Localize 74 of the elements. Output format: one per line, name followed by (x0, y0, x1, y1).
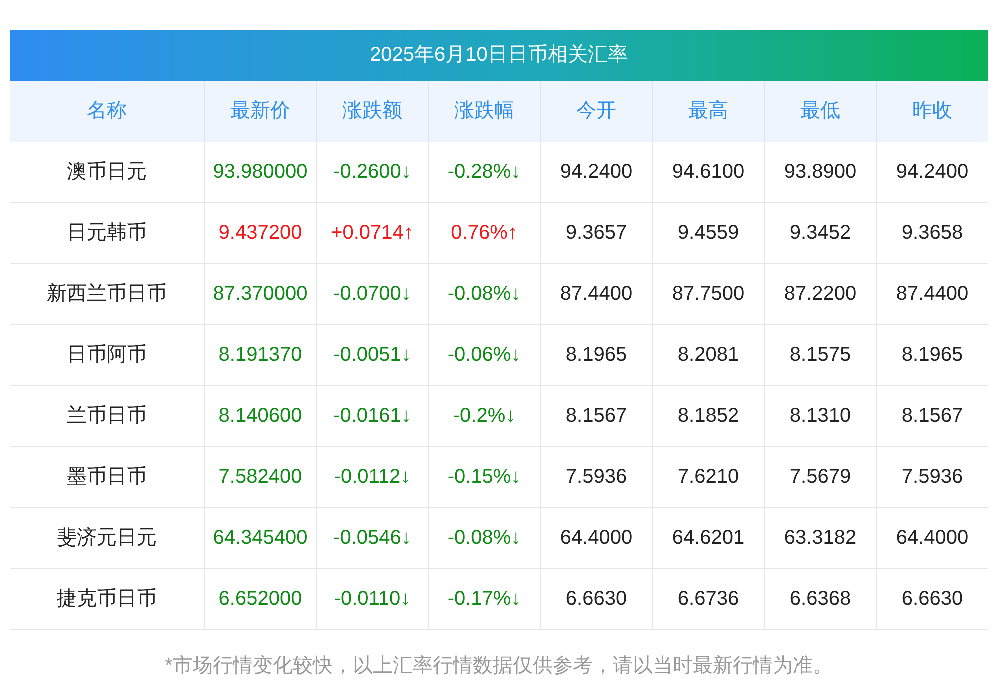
table-cell: 7.6210 (653, 447, 765, 508)
table-cell: 日币阿币 (10, 325, 205, 386)
table-cell: -0.0161↓ (317, 386, 429, 447)
column-header: 最低 (765, 81, 877, 142)
table-cell: 新西兰币日币 (10, 264, 205, 325)
table-cell: 9.437200 (205, 203, 317, 264)
table-cell: -0.2%↓ (429, 386, 541, 447)
table-cell: 澳币日元 (10, 142, 205, 203)
table-cell: -0.08%↓ (429, 264, 541, 325)
table-cell: -0.0700↓ (317, 264, 429, 325)
table-cell: 8.1965 (541, 325, 653, 386)
table-cell: 87.2200 (765, 264, 877, 325)
table-cell: -0.0051↓ (317, 325, 429, 386)
table-cell: 兰币日币 (10, 386, 205, 447)
table-cell: 9.4559 (653, 203, 765, 264)
table-cell: 8.1575 (765, 325, 877, 386)
table-cell: -0.28%↓ (429, 142, 541, 203)
table-cell: +0.0714↑ (317, 203, 429, 264)
table-cell: 6.6630 (541, 569, 653, 630)
table-cell: 8.2081 (653, 325, 765, 386)
table-cell: -0.0110↓ (317, 569, 429, 630)
table-cell: 6.6630 (877, 569, 988, 630)
column-header: 最新价 (205, 81, 317, 142)
column-header: 今开 (541, 81, 653, 142)
table-cell: 87.4400 (877, 264, 988, 325)
table-cell: 7.5936 (877, 447, 988, 508)
table-title: 2025年6月10日日币相关汇率 (10, 30, 988, 81)
table-cell: 8.1852 (653, 386, 765, 447)
table-cell: 7.5679 (765, 447, 877, 508)
table-cell: 7.582400 (205, 447, 317, 508)
table-cell: 94.2400 (541, 142, 653, 203)
table-cell: 87.370000 (205, 264, 317, 325)
column-header: 涨跌额 (317, 81, 429, 142)
table-cell: 8.1965 (877, 325, 988, 386)
table-cell: -0.15%↓ (429, 447, 541, 508)
table-cell: 斐济元日元 (10, 508, 205, 569)
table-cell: 8.1567 (877, 386, 988, 447)
table-cell: 8.1567 (541, 386, 653, 447)
table-cell: 64.4000 (541, 508, 653, 569)
table-cell: 87.4400 (541, 264, 653, 325)
table-cell: -0.17%↓ (429, 569, 541, 630)
table-cell: -0.06%↓ (429, 325, 541, 386)
table-cell: 6.652000 (205, 569, 317, 630)
table-cell: 87.7500 (653, 264, 765, 325)
disclaimer-note: *市场行情变化较快，以上汇率行情数据仅供参考，请以当时最新行情为准。 (164, 654, 834, 679)
table-cell: -0.08%↓ (429, 508, 541, 569)
table-cell: 64.4000 (877, 508, 988, 569)
table-cell: 9.3452 (765, 203, 877, 264)
column-header: 昨收 (877, 81, 988, 142)
table-cell: 64.6201 (653, 508, 765, 569)
table-cell: -0.0546↓ (317, 508, 429, 569)
table-cell: 63.3182 (765, 508, 877, 569)
table-cell: -0.2600↓ (317, 142, 429, 203)
table-cell: 9.3658 (877, 203, 988, 264)
table-cell: 6.6368 (765, 569, 877, 630)
table-cell: 94.2400 (877, 142, 988, 203)
table-cell: 8.1310 (765, 386, 877, 447)
table-cell: 9.3657 (541, 203, 653, 264)
table-cell: -0.0112↓ (317, 447, 429, 508)
table-cell: 墨币日币 (10, 447, 205, 508)
table-cell: 8.191370 (205, 325, 317, 386)
column-header: 名称 (10, 81, 205, 142)
table-cell: 7.5936 (541, 447, 653, 508)
table-cell: 8.140600 (205, 386, 317, 447)
table-cell: 93.980000 (205, 142, 317, 203)
table-cell: 64.345400 (205, 508, 317, 569)
table-cell: 6.6736 (653, 569, 765, 630)
table-cell: 捷克币日币 (10, 569, 205, 630)
column-header: 涨跌幅 (429, 81, 541, 142)
table-cell: 93.8900 (765, 142, 877, 203)
table-cell: 94.6100 (653, 142, 765, 203)
table-cell: 0.76%↑ (429, 203, 541, 264)
table-cell: 日元韩币 (10, 203, 205, 264)
column-header: 最高 (653, 81, 765, 142)
